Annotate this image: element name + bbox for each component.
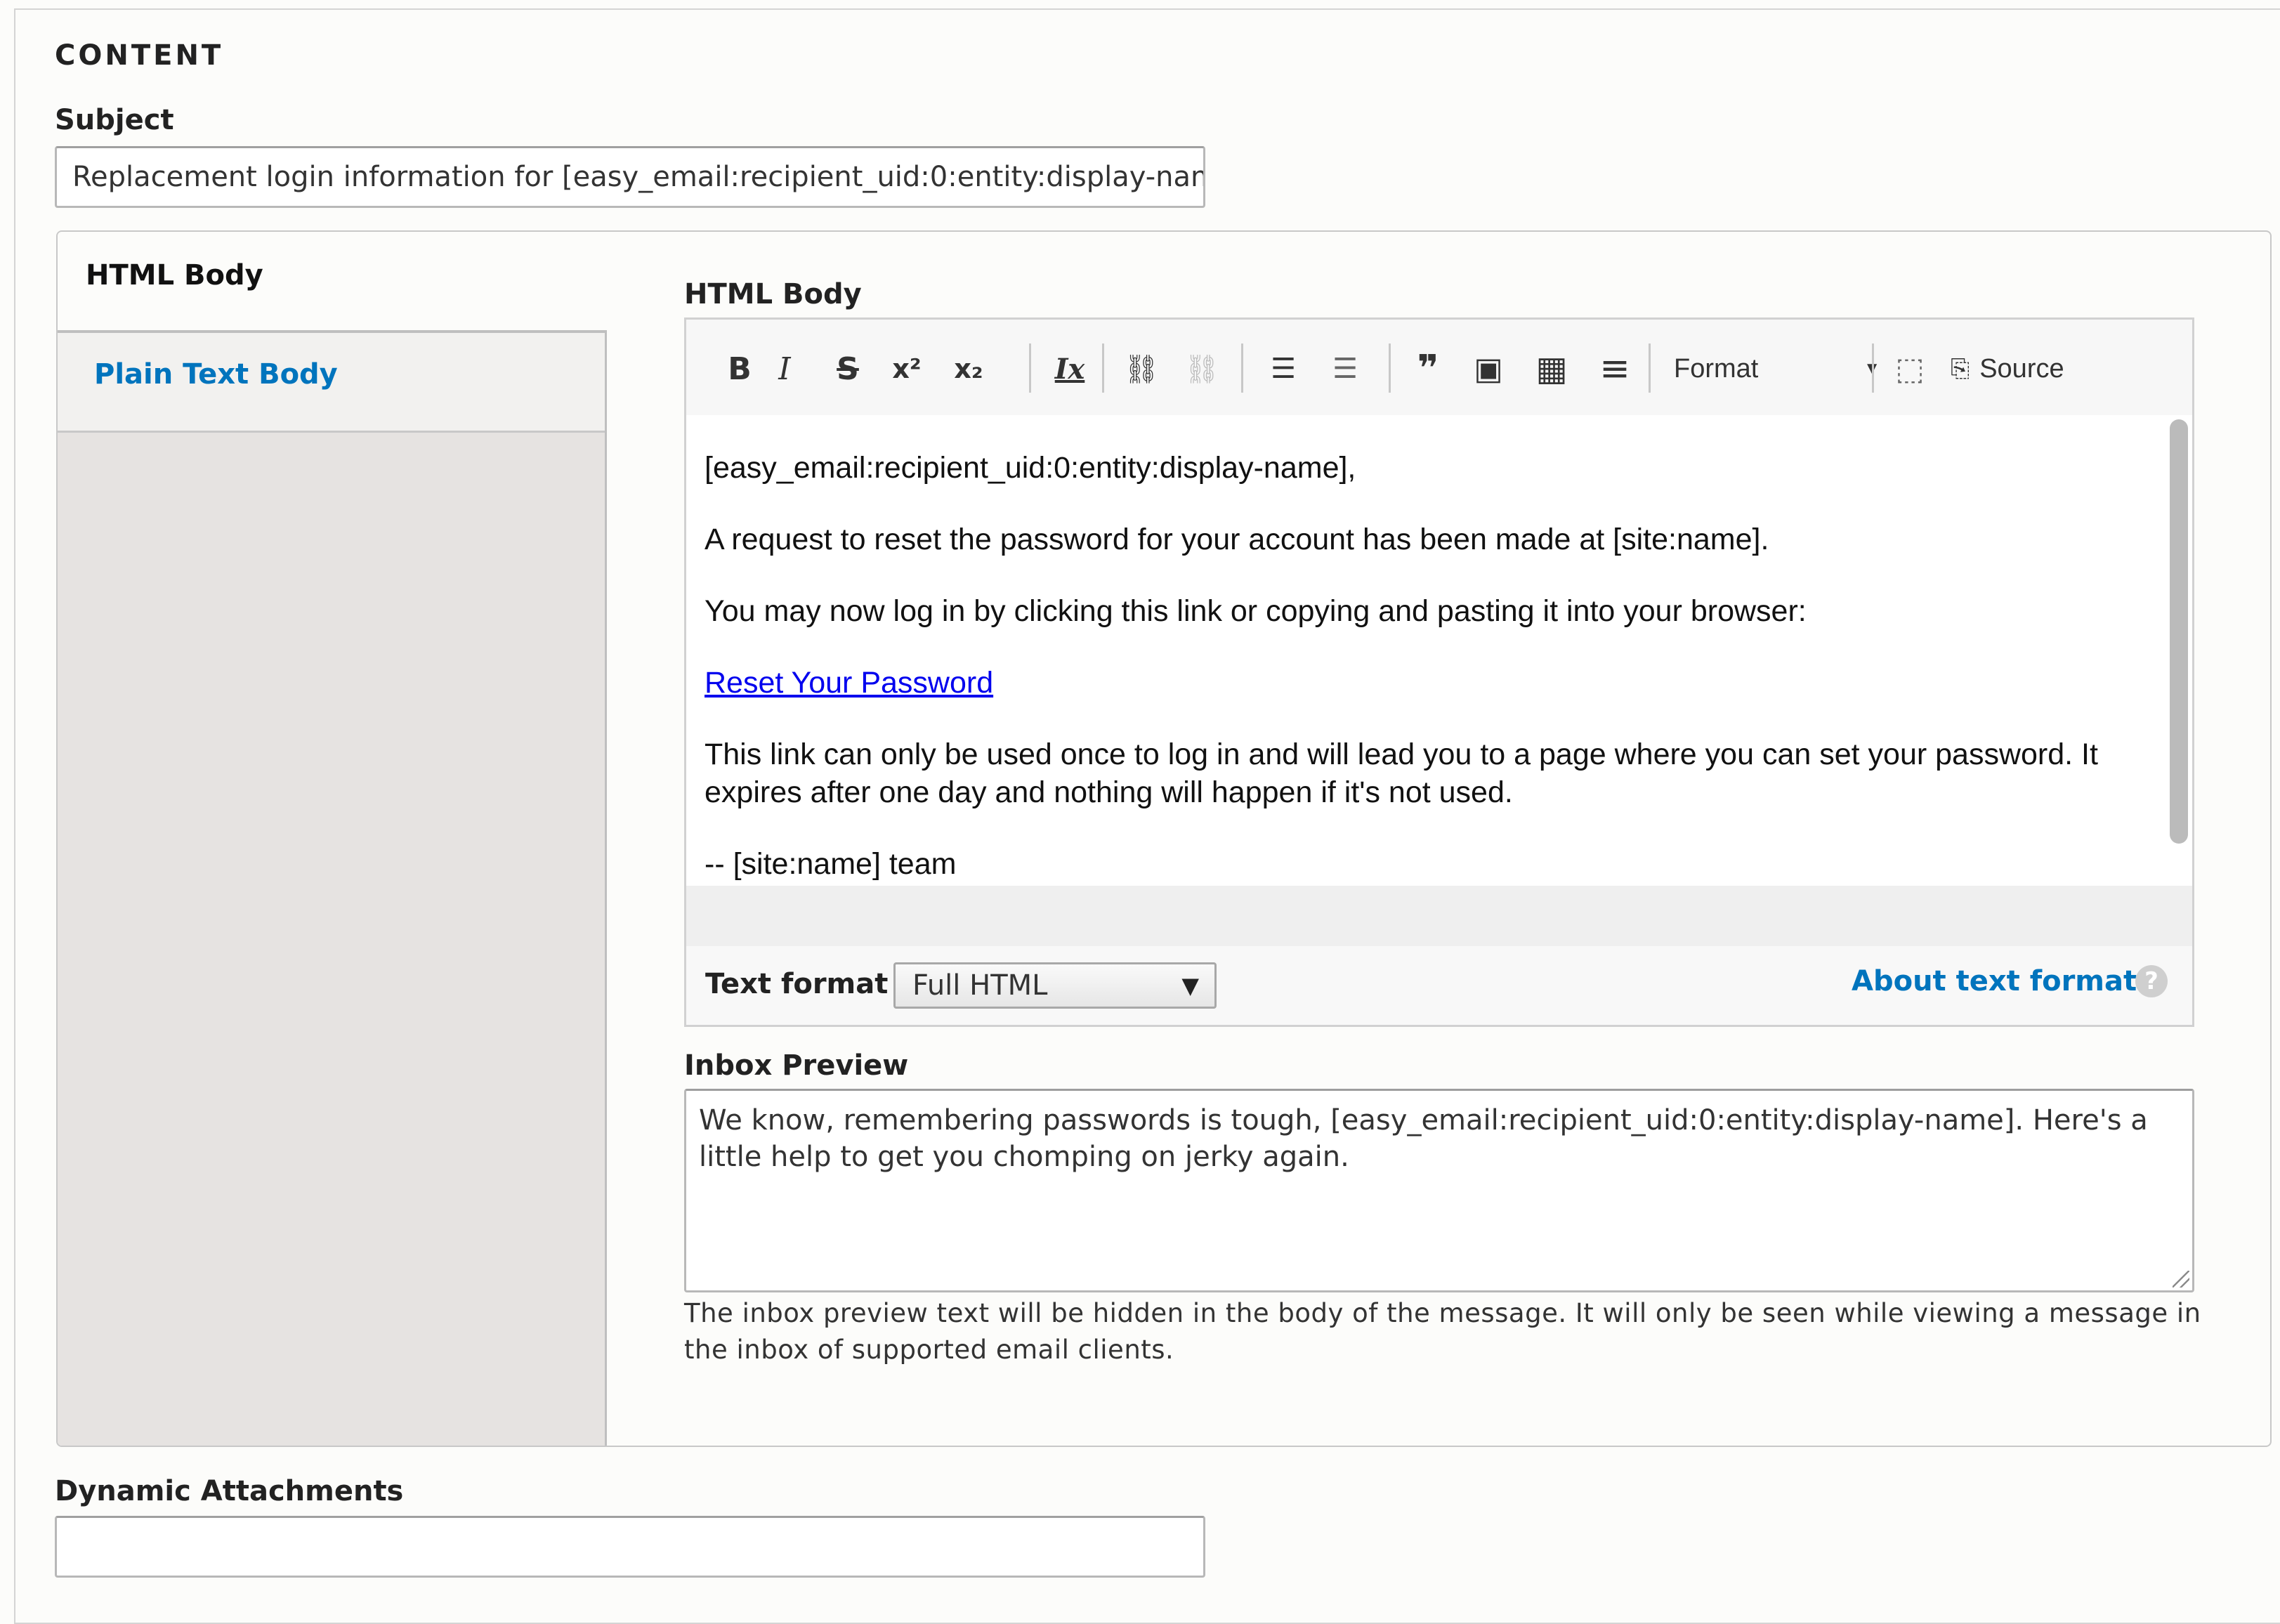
content-legend: CONTENT — [55, 39, 224, 72]
italic-icon: I — [778, 351, 791, 387]
chevron-down-icon: ▼ — [1181, 972, 1199, 999]
bold-icon: B — [728, 351, 752, 387]
toolbar-separator — [1029, 343, 1031, 393]
dynamic-attachments-input[interactable] — [55, 1516, 1205, 1578]
dynamic-attachments-label: Dynamic Attachments — [55, 1475, 404, 1507]
show-blocks-button[interactable]: ⬚ — [1887, 339, 1932, 398]
editor-toolbar: B I S x² x₂ Ix ⛓ ⛓ ☰ ☰ ❞ ▣ ▦ ≡ Format ⬚ … — [686, 320, 2192, 417]
html-body-label: HTML Body — [684, 278, 862, 310]
italic-button[interactable]: I — [762, 339, 807, 398]
inbox-preview-value: We know, remembering passwords is tough,… — [699, 1104, 2148, 1173]
subject-label: Subject — [55, 104, 174, 136]
inbox-preview-textarea[interactable]: We know, remembering passwords is tough,… — [684, 1089, 2194, 1292]
text-format-label: Text format — [705, 968, 889, 1000]
source-button[interactable]: ⎘ Source — [1951, 339, 2091, 398]
html-body-editor: B I S x² x₂ Ix ⛓ ⛓ ☰ ☰ ❞ ▣ ▦ ≡ Format ⬚ … — [684, 317, 2194, 1027]
bulleted-list-icon: ☰ — [1271, 353, 1296, 385]
numbered-list-icon: ☰ — [1332, 353, 1358, 385]
table-icon: ▦ — [1535, 349, 1568, 388]
blockquote-icon: ❞ — [1417, 348, 1439, 390]
inbox-preview-description: The inbox preview text will be hidden in… — [684, 1298, 2201, 1365]
bold-button[interactable]: B — [717, 339, 762, 398]
resize-handle-icon[interactable] — [2173, 1271, 2189, 1288]
email-paragraph-2: You may now log in by clicking this link… — [705, 594, 1807, 628]
superscript-button[interactable]: x² — [884, 339, 929, 398]
remove-format-icon: Ix — [1054, 352, 1085, 386]
blockquote-button[interactable]: ❞ — [1406, 339, 1450, 398]
email-greeting: [easy_email:recipient_uid:0:entity:displ… — [705, 451, 1356, 485]
horizontal-line-icon: ≡ — [1599, 348, 1630, 390]
numbered-list-button[interactable]: ☰ — [1323, 339, 1368, 398]
show-blocks-icon: ⬚ — [1895, 351, 1925, 387]
strikethrough-icon: S — [837, 351, 859, 387]
table-button[interactable]: ▦ — [1529, 339, 1574, 398]
text-format-selected: Full HTML — [912, 969, 1048, 1002]
horizontal-line-button[interactable]: ≡ — [1592, 339, 1637, 398]
link-icon: ⛓ — [1123, 353, 1160, 386]
toolbar-separator — [1241, 343, 1243, 393]
toolbar-separator — [1872, 343, 1874, 393]
editor-scrollbar[interactable] — [2170, 419, 2188, 844]
email-signoff: -- [site:name] team — [705, 847, 957, 881]
inbox-preview-label: Inbox Preview — [684, 1049, 909, 1082]
unlink-button[interactable]: ⛓ — [1179, 339, 1224, 398]
toolbar-separator — [1389, 343, 1391, 393]
source-icon: ⎘ — [1951, 355, 1970, 382]
strikethrough-button[interactable]: S — [825, 339, 870, 398]
superscript-icon: x² — [892, 353, 922, 384]
toolbar-separator — [1102, 343, 1104, 393]
image-icon: ▣ — [1474, 351, 1503, 387]
vertical-tabs-menu: HTML Body Plain Text Body — [58, 232, 607, 1446]
remove-format-button[interactable]: Ix — [1047, 339, 1092, 398]
link-button[interactable]: ⛓ — [1119, 339, 1164, 398]
toolbar-separator — [1649, 343, 1651, 393]
image-button[interactable]: ▣ — [1466, 339, 1511, 398]
unlink-icon: ⛓ — [1184, 353, 1220, 386]
about-text-formats-link[interactable]: About text formats — [1852, 965, 2154, 997]
subject-input[interactable]: Replacement login information for [easy_… — [55, 146, 1205, 208]
reset-password-link[interactable]: Reset Your Password — [705, 666, 993, 700]
subscript-button[interactable]: x₂ — [946, 339, 991, 398]
editor-status-bar — [686, 886, 2192, 948]
format-dropdown-label: Format — [1674, 353, 1759, 384]
source-button-label: Source — [1979, 353, 2064, 384]
subscript-icon: x₂ — [954, 353, 983, 384]
format-dropdown[interactable]: Format ▼ — [1667, 339, 1885, 398]
tab-plain-text-body[interactable]: Plain Text Body — [58, 333, 605, 433]
help-icon[interactable]: ? — [2135, 965, 2168, 997]
email-paragraph-3: This link can only be used once to log i… — [705, 738, 2098, 809]
text-format-select[interactable]: Full HTML ▼ — [893, 962, 1217, 1009]
tab-html-body[interactable]: HTML Body — [58, 232, 607, 333]
bulleted-list-button[interactable]: ☰ — [1261, 339, 1306, 398]
email-paragraph-1: A request to reset the password for your… — [705, 523, 1769, 556]
editor-content-area[interactable]: [easy_email:recipient_uid:0:entity:displ… — [686, 415, 2192, 886]
